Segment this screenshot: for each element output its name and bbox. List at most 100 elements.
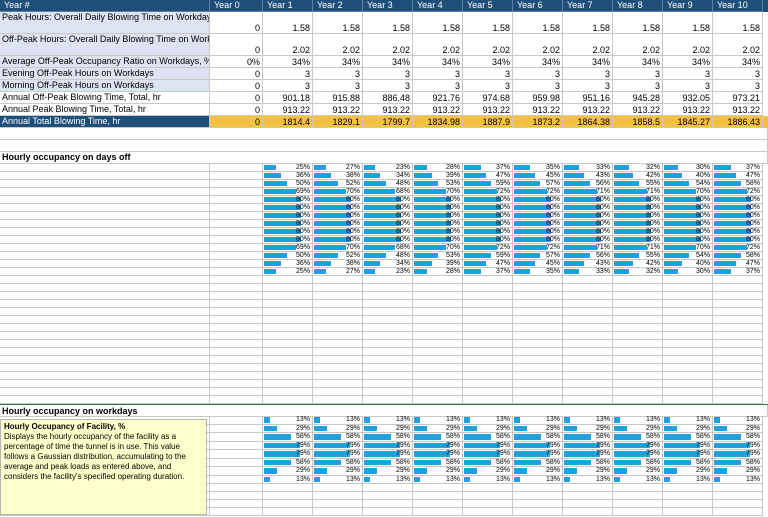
value-cell[interactable]: 3 — [363, 68, 413, 80]
occupancy-cell[interactable] — [563, 380, 613, 388]
occupancy-cell[interactable] — [513, 508, 563, 516]
value-cell[interactable]: 1.58 — [463, 12, 513, 34]
occupancy-cell[interactable]: 37% — [463, 268, 513, 276]
occupancy-cell[interactable] — [513, 332, 563, 340]
occupancy-cell[interactable]: 55% — [613, 180, 663, 188]
occupancy-cell[interactable]: 80% — [663, 220, 713, 228]
occupancy-cell[interactable]: 13% — [513, 475, 563, 484]
occupancy-cell[interactable] — [313, 300, 363, 308]
occupancy-cell[interactable]: 48% — [363, 180, 413, 188]
occupancy-cell[interactable] — [713, 276, 763, 284]
occupancy-cell[interactable] — [713, 308, 763, 316]
occupancy-cell[interactable]: 80% — [563, 236, 613, 244]
occupancy-cell[interactable] — [713, 388, 763, 396]
occupancy-cell[interactable]: 69% — [263, 188, 313, 196]
value-cell[interactable]: 1.58 — [613, 12, 663, 34]
occupancy-cell[interactable]: 80% — [563, 196, 613, 204]
occupancy-cell[interactable] — [363, 332, 413, 340]
value-cell[interactable]: 3 — [513, 68, 563, 80]
occupancy-cell[interactable] — [663, 308, 713, 316]
value-cell[interactable]: 3 — [713, 80, 763, 92]
occupancy-cell[interactable] — [713, 316, 763, 324]
occupancy-cell[interactable] — [463, 508, 513, 516]
occupancy-cell[interactable] — [663, 348, 713, 356]
occupancy-cell[interactable] — [263, 348, 313, 356]
occupancy-cell[interactable]: 40% — [663, 172, 713, 180]
occupancy-cell[interactable]: 59% — [463, 252, 513, 260]
value-cell[interactable]: 951.16 — [563, 92, 613, 104]
occupancy-cell[interactable]: 58% — [413, 458, 463, 467]
occupancy-cell[interactable]: 80% — [263, 212, 313, 220]
occupancy-cell[interactable]: 38% — [313, 260, 363, 268]
occupancy-cell[interactable] — [363, 276, 413, 284]
value-cell[interactable]: 34% — [713, 56, 763, 68]
occupancy-cell[interactable] — [363, 348, 413, 356]
occupancy-cell[interactable]: 72% — [463, 188, 513, 196]
total-cell[interactable]: 1814.4 — [263, 116, 313, 128]
occupancy-cell[interactable]: 80% — [413, 220, 463, 228]
value-cell[interactable]: 974.68 — [463, 92, 513, 104]
occupancy-cell[interactable]: 52% — [313, 252, 363, 260]
occupancy-cell[interactable]: 80% — [513, 204, 563, 212]
occupancy-cell[interactable] — [313, 484, 363, 492]
occupancy-cell[interactable] — [463, 324, 513, 332]
occupancy-cell[interactable]: 79% — [663, 450, 713, 459]
occupancy-cell[interactable]: 80% — [363, 220, 413, 228]
total-cell[interactable]: 1887.9 — [463, 116, 513, 128]
value-cell[interactable]: 0 — [210, 12, 263, 34]
occupancy-cell[interactable]: 80% — [613, 196, 663, 204]
total-cell[interactable]: 1834.98 — [413, 116, 463, 128]
value-cell[interactable]: 3 — [263, 80, 313, 92]
occupancy-cell[interactable]: 58% — [563, 458, 613, 467]
occupancy-cell[interactable] — [713, 380, 763, 388]
occupancy-cell[interactable] — [613, 380, 663, 388]
occupancy-cell[interactable] — [313, 356, 363, 364]
occupancy-cell[interactable]: 38% — [313, 172, 363, 180]
occupancy-cell[interactable] — [413, 308, 463, 316]
occupancy-cell[interactable]: 80% — [463, 204, 513, 212]
occupancy-cell[interactable] — [563, 492, 613, 500]
occupancy-cell[interactable]: 37% — [713, 164, 763, 172]
value-cell[interactable]: 0 — [210, 92, 263, 104]
occupancy-cell[interactable]: 58% — [713, 180, 763, 188]
occupancy-cell[interactable]: 79% — [563, 441, 613, 450]
occupancy-cell[interactable] — [563, 308, 613, 316]
occupancy-cell[interactable]: 29% — [713, 467, 763, 476]
occupancy-cell[interactable] — [413, 332, 463, 340]
occupancy-cell[interactable]: 80% — [363, 196, 413, 204]
occupancy-cell[interactable]: 13% — [713, 475, 763, 484]
occupancy-cell[interactable] — [263, 380, 313, 388]
occupancy-cell[interactable] — [413, 500, 463, 508]
occupancy-cell[interactable]: 79% — [263, 450, 313, 459]
occupancy-cell[interactable]: 28% — [413, 268, 463, 276]
occupancy-cell[interactable] — [663, 388, 713, 396]
occupancy-cell[interactable]: 72% — [463, 244, 513, 252]
occupancy-cell[interactable]: 80% — [563, 228, 613, 236]
occupancy-cell[interactable] — [663, 372, 713, 380]
occupancy-cell[interactable]: 80% — [713, 228, 763, 236]
occupancy-cell[interactable]: 80% — [263, 204, 313, 212]
value-cell[interactable]: 2.02 — [613, 34, 663, 56]
occupancy-cell[interactable]: 80% — [713, 212, 763, 220]
occupancy-cell[interactable] — [513, 372, 563, 380]
occupancy-cell[interactable] — [263, 332, 313, 340]
occupancy-cell[interactable]: 29% — [713, 424, 763, 433]
occupancy-cell[interactable]: 80% — [313, 204, 363, 212]
value-cell[interactable]: 932.05 — [663, 92, 713, 104]
value-cell[interactable]: 913.22 — [313, 104, 363, 116]
occupancy-cell[interactable] — [313, 324, 363, 332]
occupancy-cell[interactable]: 47% — [713, 172, 763, 180]
occupancy-cell[interactable]: 13% — [613, 416, 663, 425]
occupancy-cell[interactable] — [713, 340, 763, 348]
occupancy-cell[interactable] — [363, 396, 413, 404]
total-cell[interactable]: 1829.1 — [313, 116, 363, 128]
occupancy-cell[interactable] — [413, 492, 463, 500]
occupancy-cell[interactable]: 80% — [463, 212, 513, 220]
occupancy-cell[interactable]: 58% — [613, 433, 663, 442]
occupancy-cell[interactable]: 80% — [263, 228, 313, 236]
occupancy-cell[interactable] — [563, 356, 613, 364]
occupancy-cell[interactable]: 80% — [713, 220, 763, 228]
occupancy-cell[interactable] — [513, 308, 563, 316]
occupancy-cell[interactable]: 58% — [613, 458, 663, 467]
occupancy-cell[interactable] — [563, 332, 613, 340]
